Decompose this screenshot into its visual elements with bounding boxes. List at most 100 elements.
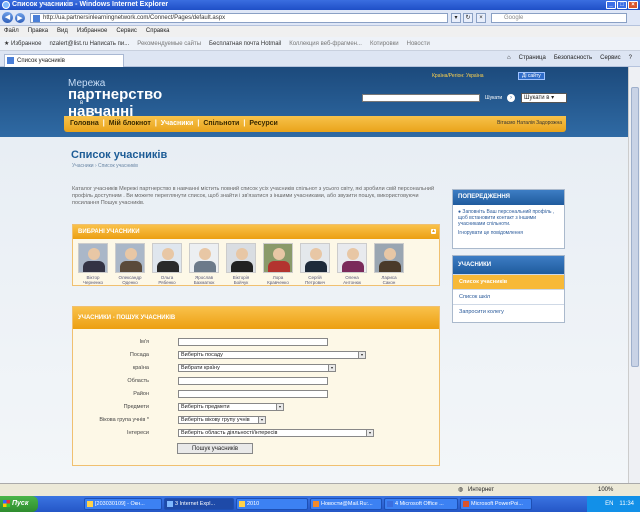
web-page: Мережа партнерство в навчанні Країна/Рег… [0, 67, 628, 483]
refresh-icon[interactable]: ↻ [463, 13, 473, 23]
member-photo [115, 243, 145, 273]
back-arrow-icon[interactable]: ◀ [2, 12, 13, 23]
members-side-panel: УЧАСНИКИ Список учасників Список шкіл За… [452, 255, 565, 323]
ie-icon [2, 1, 10, 9]
tab-members-list[interactable]: Список учасників [4, 54, 124, 67]
menu-view[interactable]: Вид [57, 26, 68, 37]
minimize-button[interactable]: _ [606, 1, 616, 9]
interests-label: Інтереси [126, 430, 149, 436]
nav-home[interactable]: Головна [70, 116, 99, 132]
position-select[interactable]: Виберіть посаду ▾ [178, 351, 366, 359]
tools-page[interactable]: Страница [519, 55, 546, 61]
zoom-level[interactable]: 100% [598, 484, 613, 496]
taskbar-item-window[interactable]: [203030109] - Окн... [84, 498, 162, 510]
ignore-link[interactable]: Ігнорувати це повідомлення [458, 230, 559, 236]
tools-service[interactable]: Сервис [600, 55, 621, 61]
taskbar-item-ie[interactable]: 3 Internet Expl... [164, 498, 234, 510]
globe-icon: ◍ [458, 487, 464, 493]
address-bar[interactable]: http://ua.partnersinlearningnetwork.com/… [30, 13, 448, 23]
member-card[interactable]: Ярослав Бахматюк [188, 243, 220, 285]
window-title: Список учасників - Windows Internet Expl… [12, 1, 169, 8]
sidebar-item-members-list[interactable]: Список учасників [453, 274, 564, 289]
language-indicator[interactable]: EN [605, 496, 613, 512]
help-icon[interactable]: ? [629, 55, 632, 61]
taskbar-item-mail[interactable]: Новости@Mail.Ru:... [310, 498, 382, 510]
address-url: http://ua.partnersinlearningnetwork.com/… [43, 15, 226, 21]
age-group-select[interactable]: Виберіть вікову групу учнів ▾ [178, 416, 266, 424]
district-label: Район [133, 391, 149, 397]
search-members-button[interactable]: Пошук учасників [177, 443, 253, 454]
age-group-label: Вікова група учнів * [99, 417, 149, 423]
menu-edit[interactable]: Правка [28, 26, 48, 37]
search-scope-select[interactable]: Шукати в ▾ [521, 93, 567, 103]
sidebar-item-schools-list[interactable]: Список шкіл [453, 289, 564, 304]
site-search-input[interactable] [362, 94, 480, 102]
sidebar-item-invite-colleague[interactable]: Запросити колегу [453, 304, 564, 319]
maximize-button[interactable]: □ [617, 1, 627, 9]
country-label: Країна/Регіон: Україна [432, 73, 484, 79]
favorite-item-suggested[interactable]: Рекомендуемые сайты [137, 37, 201, 50]
close-button[interactable]: × [628, 1, 638, 9]
menu-favorites[interactable]: Избранное [77, 26, 107, 37]
tab-label: Список учасників [17, 58, 65, 64]
taskbar: Пуск [203030109] - Окн... 3 Internet Exp… [0, 496, 640, 512]
dropdown-icon[interactable]: ▾ [451, 13, 461, 23]
nav-notebook[interactable]: Мій блокнот [109, 116, 151, 132]
member-card[interactable]: Олександр Оденко [114, 243, 146, 285]
taskbar-item-powerpoint[interactable]: Microsoft PowerPoi... [460, 498, 532, 510]
member-card[interactable]: Віктор Черненко [77, 243, 109, 285]
nav-resources[interactable]: Ресурси [249, 116, 277, 132]
tools-security[interactable]: Безопасность [554, 55, 592, 61]
warning-text[interactable]: ● Заповніть Ваш персональний профіль , щ… [458, 209, 559, 227]
member-card[interactable]: Сергій Петрович [299, 243, 331, 285]
district-input[interactable] [178, 390, 328, 398]
menu-file[interactable]: Файл [4, 26, 19, 37]
member-card[interactable]: Олена Антонюк [336, 243, 368, 285]
favorite-item-quotes[interactable]: Котировки [370, 37, 399, 50]
member-photo [78, 243, 108, 273]
member-card[interactable]: Лариса Сакон [373, 243, 405, 285]
member-card[interactable]: Ольга Рябенко [151, 243, 183, 285]
nav-members[interactable]: Учасники [161, 116, 194, 132]
member-photo [374, 243, 404, 273]
member-card[interactable]: Вікторія Бойчук [225, 243, 257, 285]
clock[interactable]: 11:34 [619, 496, 634, 512]
home-icon[interactable]: ⌂ [507, 55, 511, 61]
stop-icon[interactable]: × [476, 13, 486, 23]
member-photo [300, 243, 330, 273]
taskbar-item-folder[interactable]: 2010 [236, 498, 308, 510]
search-input[interactable]: Google [491, 13, 627, 23]
search-go-icon[interactable]: › [507, 94, 515, 102]
scroll-thumb[interactable] [631, 87, 639, 367]
country-button[interactable]: Ді сайту [518, 72, 545, 80]
welcome-user[interactable]: Вітаємо Наталія Задорожна [497, 120, 562, 126]
favorite-item-news[interactable]: Новости [407, 37, 430, 50]
subjects-select[interactable]: Виберіть предмети ▾ [178, 403, 284, 411]
windows-flag-icon [3, 500, 10, 507]
favorites-button[interactable]: ★ Избранное [4, 37, 41, 50]
subjects-label: Предмети [123, 404, 149, 410]
start-button[interactable]: Пуск [0, 496, 38, 512]
interests-select[interactable]: Виберіть область діяльності/інтересів ▾ [178, 429, 374, 437]
member-search-title: УЧАСНИКИ - ПОШУК УЧАСНИКІВ [73, 307, 439, 329]
system-tray: EN 11:34 [587, 496, 640, 512]
favorite-item-hotmail[interactable]: Бесплатная почта Hotmail [209, 37, 281, 50]
breadcrumb[interactable]: Учасники › Список учасників [72, 163, 138, 169]
country-select[interactable]: Вибрати країну ▾ [178, 364, 336, 372]
favorite-item-mail[interactable]: nzalert@list.ru Написать пи... [49, 37, 129, 50]
name-input[interactable] [178, 338, 328, 346]
page-icon [7, 57, 14, 64]
menu-tools[interactable]: Сервис [116, 26, 137, 37]
collapse-icon[interactable]: ▴ [431, 229, 436, 234]
favorite-item-webslices[interactable]: Коллекция веб-фрагмен... [289, 37, 362, 50]
nav-communities[interactable]: Спільноти [203, 116, 239, 132]
vertical-scrollbar[interactable] [628, 67, 640, 483]
window-title-bar: Список учасників - Windows Internet Expl… [0, 0, 640, 10]
region-input[interactable] [178, 377, 328, 385]
member-photo [189, 243, 219, 273]
menu-help[interactable]: Справка [146, 26, 170, 37]
member-card[interactable]: Лора Кравченко [262, 243, 294, 285]
member-photo [152, 243, 182, 273]
taskbar-item-office[interactable]: 4 Microsoft Office ... [384, 498, 458, 510]
forward-arrow-icon[interactable]: ▶ [15, 13, 25, 23]
